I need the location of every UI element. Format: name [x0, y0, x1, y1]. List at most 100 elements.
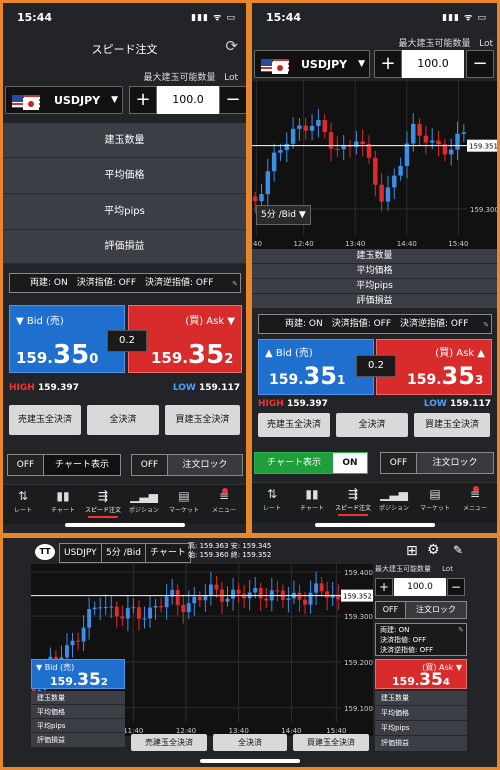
candle-body	[214, 584, 219, 590]
order-options[interactable]: 両建: ON 決済指値: OFF 決済逆指値: OFF ✎	[258, 314, 492, 334]
candle-body	[120, 616, 125, 619]
candle-body	[392, 175, 397, 188]
close-all-sell-button[interactable]: 売建玉全決済	[9, 405, 81, 435]
qty-plus-button[interactable]: +	[374, 50, 402, 78]
speed-order-icon: ⇶	[97, 489, 109, 503]
quantity-field[interactable]: 100.0	[157, 86, 219, 114]
order-lock-toggle[interactable]: OFF 注文ロック	[375, 601, 467, 619]
close-all-button[interactable]: 全決済	[87, 405, 159, 435]
settings-gear-icon[interactable]: ⚙	[427, 542, 440, 558]
qty-minus-button[interactable]: −	[219, 86, 246, 114]
jp-flag-icon	[272, 62, 288, 74]
ask-buy-button[interactable]: (買) Ask ▼ 159.354	[375, 659, 467, 690]
chart-display-toggle[interactable]: OFF チャート表示	[7, 454, 121, 476]
tab-chart[interactable]: ▮▮ チャート	[292, 487, 332, 512]
close-all-button[interactable]: 全決済	[336, 413, 408, 437]
candle-body	[76, 640, 80, 642]
max-position-text: 最大建玉可能数量	[398, 39, 471, 49]
tab-market[interactable]: ▤ マーケット	[415, 487, 455, 512]
y-tick-label: 159.300	[344, 613, 373, 621]
ohlc-readout: 高: 159.363 安: 159.345 始: 159.360 終: 159.…	[188, 542, 271, 560]
tab-speed-order[interactable]: ⇶ スピード注文	[83, 489, 123, 518]
interval-select[interactable]: 5分 /Bid ▼	[256, 205, 311, 225]
candle-body	[148, 607, 152, 619]
draw-pen-icon[interactable]: ✎	[453, 543, 463, 557]
candle-body	[92, 607, 97, 610]
candle-body	[309, 125, 315, 131]
landscape-chart-screen: TT USDJPY 5分 /Bid チャート 高: 159.363 安: 159…	[3, 538, 497, 767]
tab-market[interactable]: ▤ マーケット	[164, 489, 204, 514]
tab-rate[interactable]: ⇅ レート	[3, 489, 43, 514]
pair-select[interactable]: USDJPY	[59, 543, 102, 563]
refresh-icon[interactable]: ⟳	[225, 37, 238, 55]
candle-body	[314, 583, 319, 593]
candle-body	[278, 150, 283, 153]
candle-body	[181, 604, 186, 613]
speed-order-screen: 15:44 ▮▮▮ ᯤ ▭ スピード注文 ⟳ 最大建玉可能数量 Lot USDJ…	[3, 3, 246, 533]
bid-sell-button[interactable]: ▼ Bid (売) 159.352	[31, 659, 125, 690]
ask-price-small: 4	[442, 677, 450, 688]
tab-chart[interactable]: ▮▮ チャート	[43, 489, 83, 514]
candle-body	[109, 606, 114, 608]
qty-plus-button[interactable]: +	[375, 578, 393, 596]
currency-pair-select[interactable]: USDJPY ▼	[254, 50, 370, 78]
tab-menu-label: メニュー	[462, 505, 487, 512]
candle-body	[159, 606, 164, 608]
close-all-buy-button[interactable]: 買建玉全決済	[414, 413, 490, 437]
edit-icon: ✎	[483, 321, 489, 329]
close-all-sell-button[interactable]: 売建玉全決済	[258, 413, 330, 437]
info-avg-price: 平均価格	[252, 264, 497, 279]
tab-rate[interactable]: ⇅ レート	[252, 487, 292, 512]
candle-body	[87, 609, 92, 628]
candle-body	[319, 583, 324, 592]
info-avg-pips: 平均pips	[375, 721, 467, 736]
lock-toggle-state: OFF	[132, 455, 168, 475]
order-lock-toggle[interactable]: OFF 注文ロック	[380, 452, 494, 474]
low-price: LOW 159.117	[424, 399, 491, 409]
tab-position[interactable]: ▁▃▅ ポジション	[124, 489, 164, 514]
tab-position-label: ポジション	[128, 507, 159, 514]
chart-type-button[interactable]: チャート	[145, 543, 191, 563]
quantity-field[interactable]: 100.0	[394, 578, 446, 596]
lock-toggle-label: 注文ロック	[417, 453, 493, 473]
lock-toggle-state: OFF	[376, 602, 406, 618]
order-options-text: 両建: ON 決済指値: OFF 決済逆指値: OFF	[30, 278, 214, 288]
qty-minus-button[interactable]: −	[447, 578, 465, 596]
candle-body	[398, 165, 403, 176]
candle-body	[271, 152, 277, 172]
candle-body	[275, 590, 280, 592]
high-value: 159.397	[286, 399, 328, 409]
quantity-field[interactable]: 100.0	[402, 50, 464, 78]
close-all-sell-button[interactable]: 売建玉全決済	[131, 734, 207, 751]
close-all-buy-button[interactable]: 買建玉全決済	[293, 734, 369, 751]
chart-toggle-state: ON	[333, 453, 367, 473]
candle-body	[286, 598, 291, 600]
info-pnl: 評価損益	[375, 736, 467, 751]
candle-body	[236, 589, 241, 594]
tab-menu-label: メニュー	[211, 507, 236, 514]
close-all-buy-button[interactable]: 買建玉全決済	[165, 405, 240, 435]
tab-position[interactable]: ▁▃▅ ポジション	[374, 487, 414, 512]
max-position-text: 最大建玉可能数量	[375, 565, 431, 573]
qty-plus-button[interactable]: +	[129, 86, 157, 114]
qty-minus-button[interactable]: −	[466, 50, 494, 78]
interval-select[interactable]: 5分 /Bid	[101, 543, 147, 563]
layout-grid-icon[interactable]: ⊞	[406, 543, 418, 559]
candle-body	[186, 603, 191, 613]
candle-body	[404, 143, 410, 166]
order-options[interactable]: 両建: ON 決済指値: OFF 決済逆指値: OFF ✎	[9, 273, 241, 293]
edit-icon: ✎	[232, 280, 238, 288]
rate-icon: ⇅	[17, 489, 29, 503]
app-logo-icon[interactable]: TT	[35, 544, 55, 560]
order-options[interactable]: 両建: ON 決済指値: OFF 決済逆指値: OFF ✎	[375, 623, 467, 656]
tab-speed-order[interactable]: ⇶ スピード注文	[333, 487, 373, 516]
x-tick-label: 13:40	[345, 240, 365, 248]
tab-chart-label: チャート	[300, 505, 324, 512]
bid-label: ▼ Bid (売)	[16, 316, 64, 327]
chart-display-toggle[interactable]: チャート表示 ON	[254, 452, 368, 474]
order-lock-toggle[interactable]: OFF 注文ロック	[131, 454, 243, 476]
candle-body	[373, 157, 378, 185]
close-all-button[interactable]: 全決済	[213, 734, 287, 751]
candle-body	[258, 587, 263, 599]
currency-pair-select[interactable]: USDJPY ▼	[5, 86, 123, 114]
